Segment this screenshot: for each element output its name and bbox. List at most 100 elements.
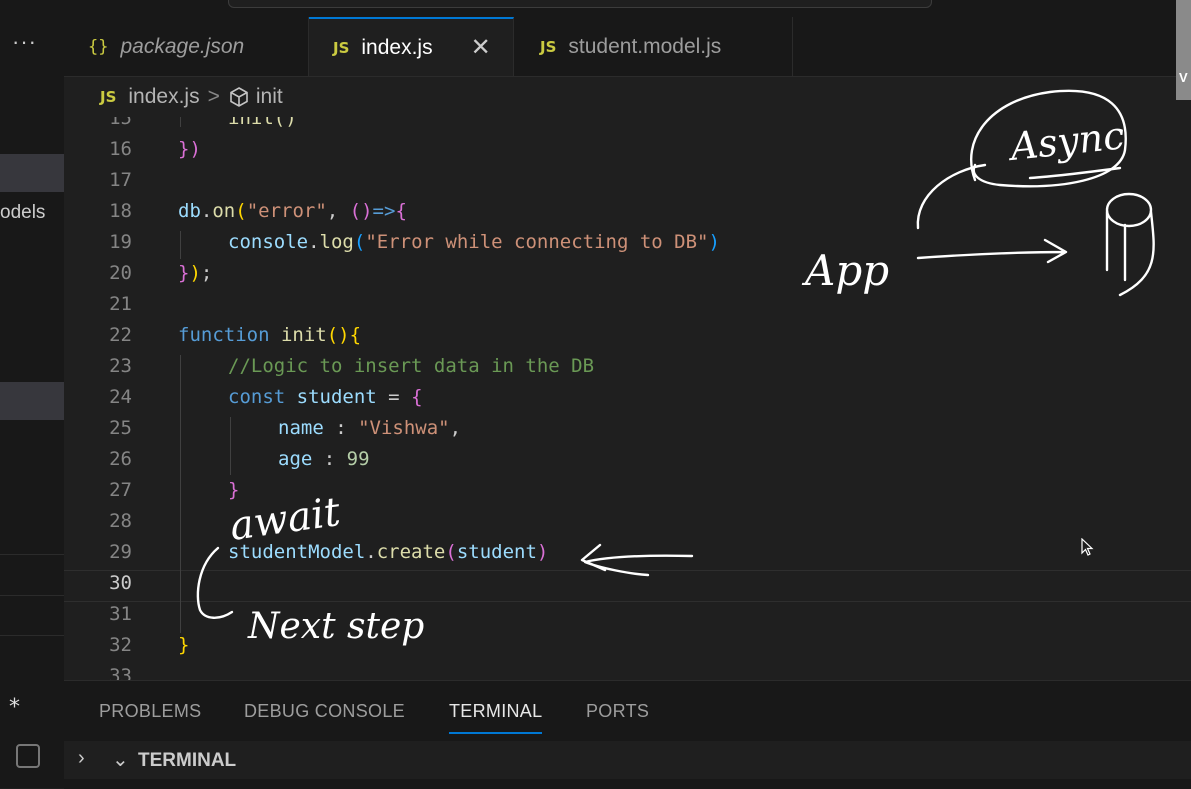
code-line-18: db.on("error", ()=>{ xyxy=(178,200,407,222)
extensions-icon[interactable]: ⁎ xyxy=(9,687,20,713)
breadcrumb: JS index.js > init xyxy=(64,77,1176,117)
code-token: 99 xyxy=(346,448,370,470)
code-token: create xyxy=(376,541,446,563)
window-edge: V xyxy=(1176,0,1191,100)
code-token: { xyxy=(349,324,362,346)
code-line-23: //Logic to insert data in the DB xyxy=(228,355,595,377)
code-token: student xyxy=(456,541,537,563)
tab-debug-console[interactable]: DEBUG CONSOLE xyxy=(244,701,405,722)
code-token: log xyxy=(319,231,354,253)
tab-label: student.model.js xyxy=(568,34,722,58)
tab-student-model-js[interactable]: JS student.model.js xyxy=(514,17,793,76)
code-token: "error" xyxy=(246,200,327,222)
code-token: { xyxy=(411,386,423,408)
sidebar-selected-item[interactable] xyxy=(0,382,64,420)
line-number: 21 xyxy=(109,293,132,315)
code-token: ( xyxy=(445,541,457,563)
title-bar xyxy=(0,0,1176,17)
line-number: 32 xyxy=(109,634,132,656)
close-icon[interactable]: ✕ xyxy=(471,33,491,62)
line-number: 18 xyxy=(109,200,132,222)
line-number: 15 xyxy=(109,117,132,129)
code-token: => xyxy=(372,200,396,222)
line-number: 33 xyxy=(109,665,132,680)
code-token: } xyxy=(178,262,190,284)
code-line-20: }); xyxy=(178,262,212,284)
code-token: ) xyxy=(189,262,201,284)
line-number-active: 30 xyxy=(109,572,132,594)
line-number: 29 xyxy=(109,541,132,563)
line-number: 17 xyxy=(109,169,132,191)
code-line-25: name : "Vishwa", xyxy=(278,417,461,439)
code-line-22: function init(){ xyxy=(178,324,361,346)
code-token: ; xyxy=(200,262,213,284)
code-line-27: } xyxy=(228,479,240,501)
tab-label: package.json xyxy=(120,34,245,58)
code-editor[interactable]: 15 16 17 18 19 20 21 22 23 24 25 26 27 2… xyxy=(64,117,1191,680)
breadcrumb-file[interactable]: index.js xyxy=(128,85,199,109)
more-icon[interactable]: ··· xyxy=(12,29,37,55)
divider xyxy=(0,635,64,636)
js-file-icon: JS xyxy=(540,37,557,56)
breadcrumb-symbol[interactable]: init xyxy=(256,85,283,109)
code-token: , xyxy=(326,200,350,222)
line-number: 16 xyxy=(109,138,132,160)
current-line-highlight xyxy=(64,570,1191,602)
terminal-title[interactable]: TERMINAL xyxy=(138,750,236,772)
code-token: () xyxy=(326,324,350,346)
edge-letter: V xyxy=(1179,70,1188,85)
tab-ports[interactable]: PORTS xyxy=(586,701,649,722)
symbol-method-icon xyxy=(230,87,248,107)
chevron-right-icon[interactable]: › xyxy=(78,747,85,770)
line-number: 26 xyxy=(109,448,132,470)
code-line-29: studentModel.create(student) xyxy=(228,541,548,563)
line-number: 19 xyxy=(109,231,132,253)
debug-icon[interactable] xyxy=(16,744,40,768)
code-token: "Error while connecting to DB" xyxy=(365,231,709,253)
code-token: , xyxy=(449,417,462,439)
chevron-down-icon[interactable]: ⌄ xyxy=(112,747,129,772)
code-token: }) xyxy=(178,138,201,160)
breadcrumb-separator: > xyxy=(207,85,220,108)
code-token: : xyxy=(312,448,347,470)
indent-guide xyxy=(180,355,181,633)
code-token: on xyxy=(212,200,236,222)
code-token: function xyxy=(178,324,270,346)
bottom-panel: PROBLEMS DEBUG CONSOLE TERMINAL PORTS › … xyxy=(64,680,1191,789)
code-token: = xyxy=(376,386,412,408)
js-file-icon: JS xyxy=(100,88,117,106)
sidebar-folder-label[interactable]: odels xyxy=(0,202,45,224)
code-token: ( xyxy=(353,231,366,253)
code-line-16: }) xyxy=(178,138,201,160)
command-center[interactable] xyxy=(228,0,932,8)
line-number: 20 xyxy=(109,262,132,284)
line-number: 28 xyxy=(109,510,132,532)
code-token: . xyxy=(365,541,377,563)
indent-guide xyxy=(180,117,181,127)
line-number: 31 xyxy=(109,603,132,625)
code-line-24: const student = { xyxy=(228,386,423,408)
line-number: 27 xyxy=(109,479,132,501)
code-token: init() xyxy=(228,117,297,129)
divider xyxy=(0,595,64,596)
tab-problems[interactable]: PROBLEMS xyxy=(99,701,201,722)
line-number: 24 xyxy=(109,386,132,408)
indent-guide xyxy=(180,231,181,259)
tab-index-js[interactable]: JS index.js ✕ xyxy=(309,17,514,76)
code-token: ) xyxy=(708,231,720,253)
code-token: ( xyxy=(235,200,247,222)
sidebar-selected-item[interactable] xyxy=(0,154,64,192)
tab-package-json[interactable]: {} package.json xyxy=(64,17,309,76)
code-token: age xyxy=(278,448,313,470)
js-file-icon: JS xyxy=(333,38,350,57)
code-line-19: console.log("Error while connecting to D… xyxy=(228,231,720,253)
code-token: student xyxy=(296,386,377,408)
code-token: init xyxy=(280,324,327,346)
code-token: db xyxy=(178,200,201,222)
editor-tab-bar: {} package.json JS index.js ✕ JS student… xyxy=(64,17,1176,77)
code-token: () xyxy=(349,200,373,222)
tab-terminal[interactable]: TERMINAL xyxy=(449,701,543,734)
tab-label: index.js xyxy=(361,35,433,59)
code-token: . xyxy=(308,231,320,253)
code-token: name xyxy=(278,417,324,439)
